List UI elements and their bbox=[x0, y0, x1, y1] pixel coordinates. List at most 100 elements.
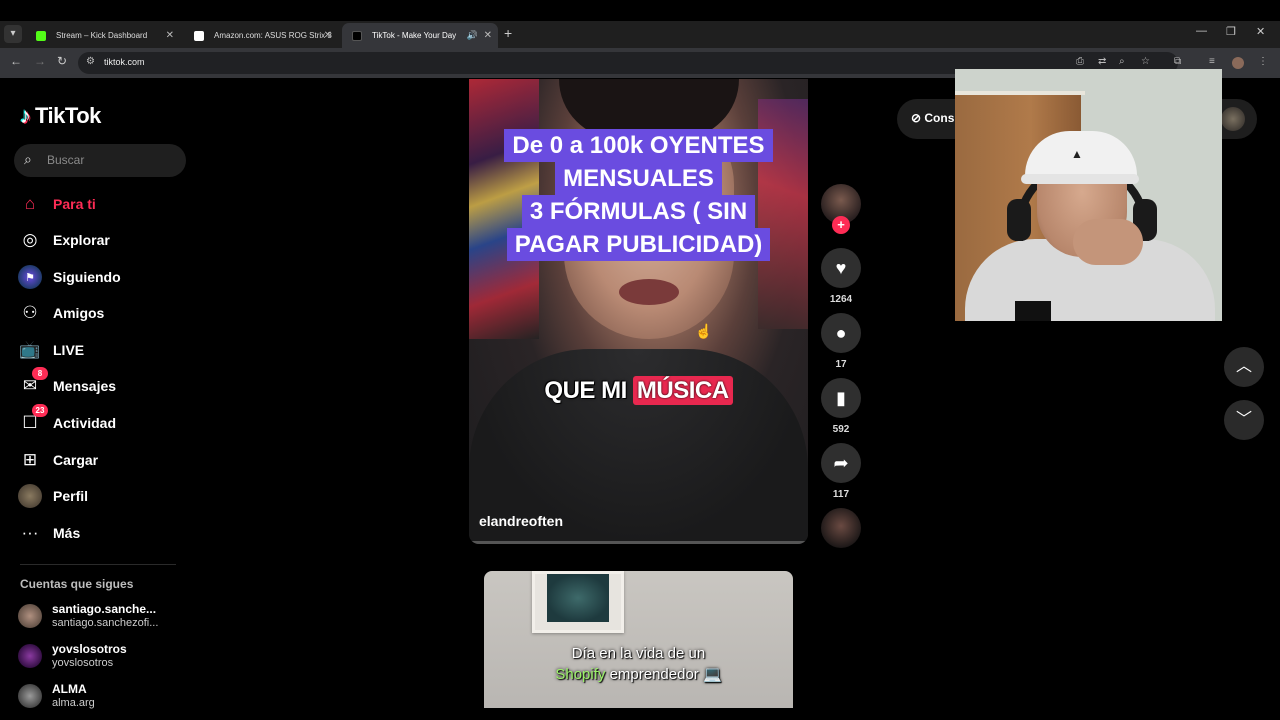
caption-line: Día en la vida de un bbox=[571, 645, 706, 662]
share-button[interactable]: ➦ bbox=[821, 443, 861, 483]
cap-brim bbox=[1021, 174, 1139, 184]
profile-avatar-icon[interactable] bbox=[1232, 57, 1244, 69]
reading-list-icon[interactable]: ≡ bbox=[1209, 56, 1215, 67]
music-disc[interactable] bbox=[821, 508, 861, 548]
profile-avatar bbox=[18, 484, 42, 508]
caption-highlight: Shopify bbox=[555, 666, 606, 683]
compass-icon: ◎ bbox=[22, 230, 38, 249]
nav-item-actividad[interactable]: ☐ 23 Actividad bbox=[18, 404, 188, 437]
restore-icon[interactable]: ❐ bbox=[1226, 25, 1236, 38]
home-icon: ⌂ bbox=[24, 194, 36, 213]
browser-tab-amazon[interactable]: Amazon.com: ASUS ROG Strix 3 ✕ bbox=[184, 23, 338, 48]
comment-button[interactable]: ● bbox=[821, 313, 861, 353]
tab-search-dropdown-icon[interactable]: ▾ bbox=[4, 25, 22, 43]
following-icon: ⚑ bbox=[18, 265, 42, 289]
translate-icon[interactable]: ⇄ bbox=[1098, 56, 1106, 67]
wall-painting bbox=[532, 571, 624, 633]
video-progress-bar[interactable] bbox=[469, 541, 808, 544]
zoom-icon[interactable]: ⌕ bbox=[1119, 56, 1125, 67]
back-icon[interactable]: ← bbox=[10, 54, 22, 68]
nav-item-perfil[interactable]: Perfil bbox=[18, 482, 188, 510]
nav-item-cargar[interactable]: ⊞ Cargar bbox=[18, 446, 188, 474]
save-button[interactable]: ▮ bbox=[821, 378, 861, 418]
bookmark-icon: ▮ bbox=[836, 388, 846, 408]
user-avatar[interactable] bbox=[1221, 107, 1245, 131]
following-section-title: Cuentas que sigues bbox=[20, 577, 134, 591]
avatar bbox=[18, 684, 42, 708]
nav-item-live[interactable]: 📺 LIVE bbox=[18, 336, 188, 364]
video-player[interactable]: De 0 a 100k OYENTES MENSUALES 3 FÓRMULAS… bbox=[469, 79, 808, 544]
url-text: tiktok.com bbox=[104, 57, 145, 67]
browser-tab-kick[interactable]: Stream – Kick Dashboard ✕ bbox=[26, 23, 180, 48]
minimize-icon[interactable]: — bbox=[1196, 25, 1207, 37]
site-info-icon[interactable]: ⚙ bbox=[86, 56, 95, 67]
nav-label: Para ti bbox=[53, 196, 96, 212]
next-video-preview[interactable]: Día en la vida de un Shopify emprendedor… bbox=[484, 571, 793, 708]
caption-line: emprendedor 💻 bbox=[609, 666, 722, 683]
chevron-up-icon: ︿ bbox=[1235, 358, 1252, 375]
amazon-favicon-icon bbox=[194, 31, 204, 41]
new-tab-icon[interactable]: + bbox=[504, 25, 512, 41]
video-caption-overlay: De 0 a 100k OYENTES MENSUALES 3 FÓRMULAS… bbox=[481, 129, 796, 261]
nav-item-para-ti[interactable]: ⌂ Para ti bbox=[18, 190, 188, 218]
browser-tab-bar: ▾ Stream – Kick Dashboard ✕ Amazon.com: … bbox=[0, 21, 1280, 48]
extensions-icon[interactable]: ⧉ bbox=[1174, 56, 1181, 67]
caption-line: MENSUALES bbox=[555, 162, 722, 195]
tiktok-favicon-icon bbox=[352, 31, 362, 41]
bookmark-star-icon[interactable]: ☆ bbox=[1141, 56, 1150, 67]
kick-favicon-icon bbox=[36, 31, 46, 41]
save-count: 592 bbox=[832, 424, 850, 435]
browser-menu-icon[interactable]: ⋮ bbox=[1258, 56, 1268, 67]
tab-close-icon[interactable]: ✕ bbox=[324, 23, 332, 48]
search-placeholder: Buscar bbox=[47, 153, 85, 167]
comment-icon: ● bbox=[835, 323, 847, 343]
nav-label: Mensajes bbox=[53, 378, 117, 394]
nav-label: Amigos bbox=[53, 305, 105, 321]
subtitle-highlight: MÚSICA bbox=[632, 376, 733, 405]
nav-label: Cargar bbox=[53, 452, 99, 468]
nav-label: Perfil bbox=[53, 488, 89, 504]
nav-item-mas[interactable]: ··· Más bbox=[18, 519, 188, 547]
like-button[interactable]: ♥ bbox=[821, 248, 861, 288]
video-subtitle: QUE MI MÚSICA bbox=[469, 376, 808, 405]
cap-logo-icon: ▲ bbox=[1071, 147, 1083, 161]
nav-item-amigos[interactable]: ⚇ Amigos bbox=[18, 299, 188, 327]
follow-plus-icon[interactable]: + bbox=[832, 216, 850, 234]
nav-item-mensajes[interactable]: ✉ 8 Mensajes bbox=[18, 367, 188, 400]
upload-icon: ⊞ bbox=[22, 450, 38, 469]
reload-icon[interactable]: ↻ bbox=[57, 54, 67, 68]
search-input[interactable]: ⌕ Buscar bbox=[14, 144, 186, 177]
painting-art bbox=[547, 574, 609, 622]
caption-line: 3 FÓRMULAS ( SIN bbox=[521, 195, 756, 228]
next-video-button[interactable]: ﹀ bbox=[1224, 400, 1264, 440]
activity-badge: 23 bbox=[32, 404, 48, 417]
search-icon: ⌕ bbox=[24, 151, 32, 167]
tab-title: TikTok - Make Your Day bbox=[372, 31, 457, 40]
tab-close-icon[interactable]: ✕ bbox=[484, 23, 492, 48]
tiktok-logo[interactable]: ♪ TikTok bbox=[20, 101, 101, 131]
comment-count: 17 bbox=[835, 359, 847, 370]
video-author[interactable]: elandreoften bbox=[479, 513, 563, 529]
messages-badge: 8 bbox=[32, 367, 48, 380]
following-account[interactable]: santiago.sanche... santiago.sanchezofi..… bbox=[18, 601, 188, 635]
webcam-overlay: ▲ bbox=[955, 69, 1222, 321]
close-window-icon[interactable]: ✕ bbox=[1256, 25, 1265, 38]
sidebar-divider bbox=[20, 564, 176, 565]
install-icon[interactable]: ⎙ bbox=[1076, 56, 1084, 67]
forward-icon[interactable]: → bbox=[34, 54, 46, 68]
nav-item-siguiendo[interactable]: ⚑ Siguiendo bbox=[18, 263, 188, 291]
live-tv-icon: 📺 bbox=[19, 340, 41, 359]
streamer-hand bbox=[1073, 219, 1143, 265]
browser-tab-tiktok[interactable]: TikTok - Make Your Day 🔊 ✕ bbox=[342, 23, 498, 48]
following-account[interactable]: yovslosotros yovslosotros bbox=[18, 641, 188, 675]
audio-playing-icon[interactable]: 🔊 bbox=[467, 23, 478, 48]
nav-item-explorar[interactable]: ◎ Explorar bbox=[18, 226, 188, 254]
tab-title: Amazon.com: ASUS ROG Strix 3 bbox=[214, 31, 332, 40]
screen: ▾ Stream – Kick Dashboard ✕ Amazon.com: … bbox=[0, 0, 1280, 720]
following-account[interactable]: ALMA alma.arg bbox=[18, 681, 188, 715]
previous-video-button[interactable]: ︿ bbox=[1224, 347, 1264, 387]
nav-label: Actividad bbox=[53, 415, 117, 431]
nav-label: LIVE bbox=[53, 342, 85, 358]
tab-close-icon[interactable]: ✕ bbox=[166, 23, 174, 48]
brand-name: TikTok bbox=[35, 103, 101, 128]
